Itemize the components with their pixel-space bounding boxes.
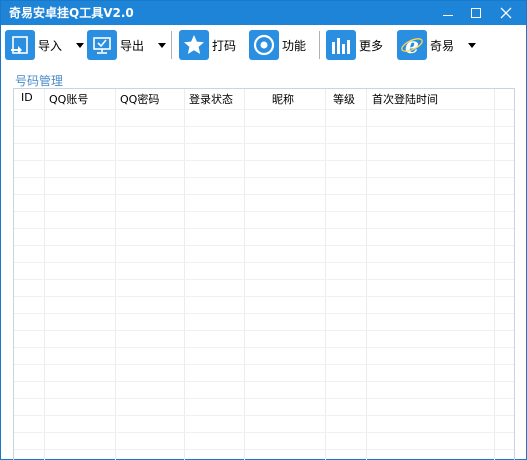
ie-icon: e xyxy=(397,30,427,60)
column-divider xyxy=(244,89,245,460)
toolbar-separator xyxy=(171,31,172,59)
row-divider xyxy=(14,126,514,127)
column-divider xyxy=(184,89,185,460)
row-divider xyxy=(14,449,514,450)
row-divider xyxy=(14,109,514,110)
row-divider xyxy=(14,194,514,195)
export-icon xyxy=(87,30,117,60)
column-header-id[interactable]: ID xyxy=(21,91,33,104)
column-header-nickname[interactable]: 昵称 xyxy=(272,91,294,107)
column-header-level[interactable]: 等级 xyxy=(333,91,355,107)
group-label: 号码管理 xyxy=(15,74,64,88)
column-divider xyxy=(44,89,45,460)
table-header: ID QQ账号 QQ密码 登录状态 昵称 等级 首次登陆时间 xyxy=(14,89,514,109)
star-icon xyxy=(179,30,209,60)
window-title: 奇易安卓挂Q工具V2.0 xyxy=(9,6,134,20)
captcha-button[interactable]: 打码 xyxy=(179,29,236,61)
row-divider xyxy=(14,160,514,161)
function-button[interactable]: 功能 xyxy=(249,29,306,61)
column-divider xyxy=(325,89,326,460)
title-bar[interactable]: 奇易安卓挂Q工具V2.0 xyxy=(1,1,526,25)
maximize-icon xyxy=(471,8,481,18)
captcha-label: 打码 xyxy=(212,38,237,53)
row-divider xyxy=(14,177,514,178)
row-divider xyxy=(14,296,514,297)
row-divider xyxy=(14,143,514,144)
minimize-icon xyxy=(443,15,453,16)
column-header-first-login-time[interactable]: 首次登陆时间 xyxy=(372,91,438,107)
row-divider xyxy=(14,262,514,263)
maximize-button[interactable] xyxy=(463,3,489,23)
minimize-button[interactable] xyxy=(435,3,461,23)
column-header-qq-password[interactable]: QQ密码 xyxy=(120,91,159,107)
import-dropdown-icon[interactable] xyxy=(76,42,85,48)
more-label: 更多 xyxy=(359,38,384,53)
row-divider xyxy=(14,381,514,382)
export-dropdown-icon[interactable] xyxy=(158,42,167,48)
account-table[interactable]: ID QQ账号 QQ密码 登录状态 昵称 等级 首次登陆时间 xyxy=(13,88,515,460)
disc-icon xyxy=(249,30,279,60)
main-window: 奇易安卓挂Q工具V2.0 导入 导出 打码 功能 更多 e 奇易 号码管理 ID… xyxy=(0,0,527,460)
close-button[interactable] xyxy=(493,3,519,23)
svg-text:e: e xyxy=(405,33,419,57)
row-divider xyxy=(14,364,514,365)
row-divider xyxy=(14,347,514,348)
row-divider xyxy=(14,432,514,433)
more-button[interactable]: 更多 xyxy=(326,29,383,61)
column-divider xyxy=(494,89,495,460)
export-button[interactable]: 导出 xyxy=(87,29,167,61)
import-icon xyxy=(5,30,35,60)
row-divider xyxy=(14,228,514,229)
qiyi-label: 奇易 xyxy=(430,38,455,53)
row-divider xyxy=(14,279,514,280)
column-header-qq-account[interactable]: QQ账号 xyxy=(49,91,88,107)
row-divider xyxy=(14,211,514,212)
row-divider xyxy=(14,313,514,314)
close-icon xyxy=(500,7,512,19)
qiyi-dropdown-icon[interactable] xyxy=(468,42,477,48)
export-label: 导出 xyxy=(120,38,145,53)
function-label: 功能 xyxy=(282,38,307,53)
import-label: 导入 xyxy=(38,38,63,53)
bar-chart-icon xyxy=(326,30,356,60)
row-divider xyxy=(14,415,514,416)
qiyi-button[interactable]: e 奇易 xyxy=(397,29,477,61)
column-divider xyxy=(115,89,116,460)
column-divider xyxy=(366,89,367,460)
toolbar: 导入 导出 打码 功能 更多 e 奇易 xyxy=(1,25,526,65)
row-divider xyxy=(14,398,514,399)
import-button[interactable]: 导入 xyxy=(5,29,85,61)
row-divider xyxy=(14,330,514,331)
column-header-login-status[interactable]: 登录状态 xyxy=(189,91,233,107)
row-divider xyxy=(14,245,514,246)
toolbar-separator xyxy=(319,31,320,59)
